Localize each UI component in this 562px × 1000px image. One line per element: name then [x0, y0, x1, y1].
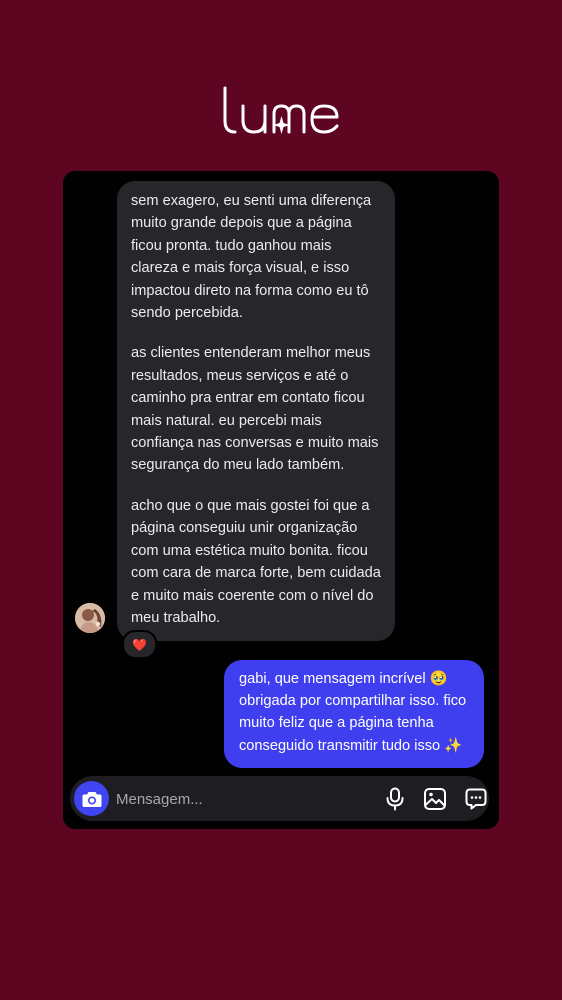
incoming-message-paragraph: as clientes entenderam melhor meus resul… — [131, 345, 379, 474]
incoming-message-bubble[interactable]: sem exagero, eu senti uma diferença muit… — [117, 181, 395, 642]
incoming-message-paragraph: acho que o que mais gostei foi que a pág… — [131, 497, 381, 626]
incoming-message-paragraph: sem exagero, eu senti uma diferença muit… — [131, 193, 372, 322]
outgoing-message-bubble[interactable]: gabi, que mensagem incrível 🥹 obrigada p… — [224, 660, 484, 768]
heart-reaction: ❤️ — [132, 637, 147, 652]
gallery-button[interactable] — [422, 786, 448, 812]
image-icon — [424, 788, 446, 810]
lume-logo — [0, 86, 562, 136]
reaction-badge[interactable]: ❤️ — [122, 630, 157, 659]
profile-photo-icon — [75, 603, 105, 633]
sticker-icon — [465, 788, 487, 810]
outgoing-message-text: gabi, que mensagem incrível 🥹 obrigada p… — [239, 671, 467, 754]
sticker-button[interactable] — [463, 786, 489, 812]
avatar[interactable] — [75, 603, 105, 633]
message-input[interactable] — [116, 787, 306, 811]
microphone-icon — [386, 787, 404, 811]
microphone-button[interactable] — [382, 786, 408, 812]
message-composer — [70, 776, 489, 821]
camera-button[interactable] — [74, 781, 109, 816]
chat-screen: sem exagero, eu senti uma diferença muit… — [63, 171, 499, 829]
camera-icon — [82, 791, 101, 807]
lume-wordmark-icon — [223, 86, 339, 134]
